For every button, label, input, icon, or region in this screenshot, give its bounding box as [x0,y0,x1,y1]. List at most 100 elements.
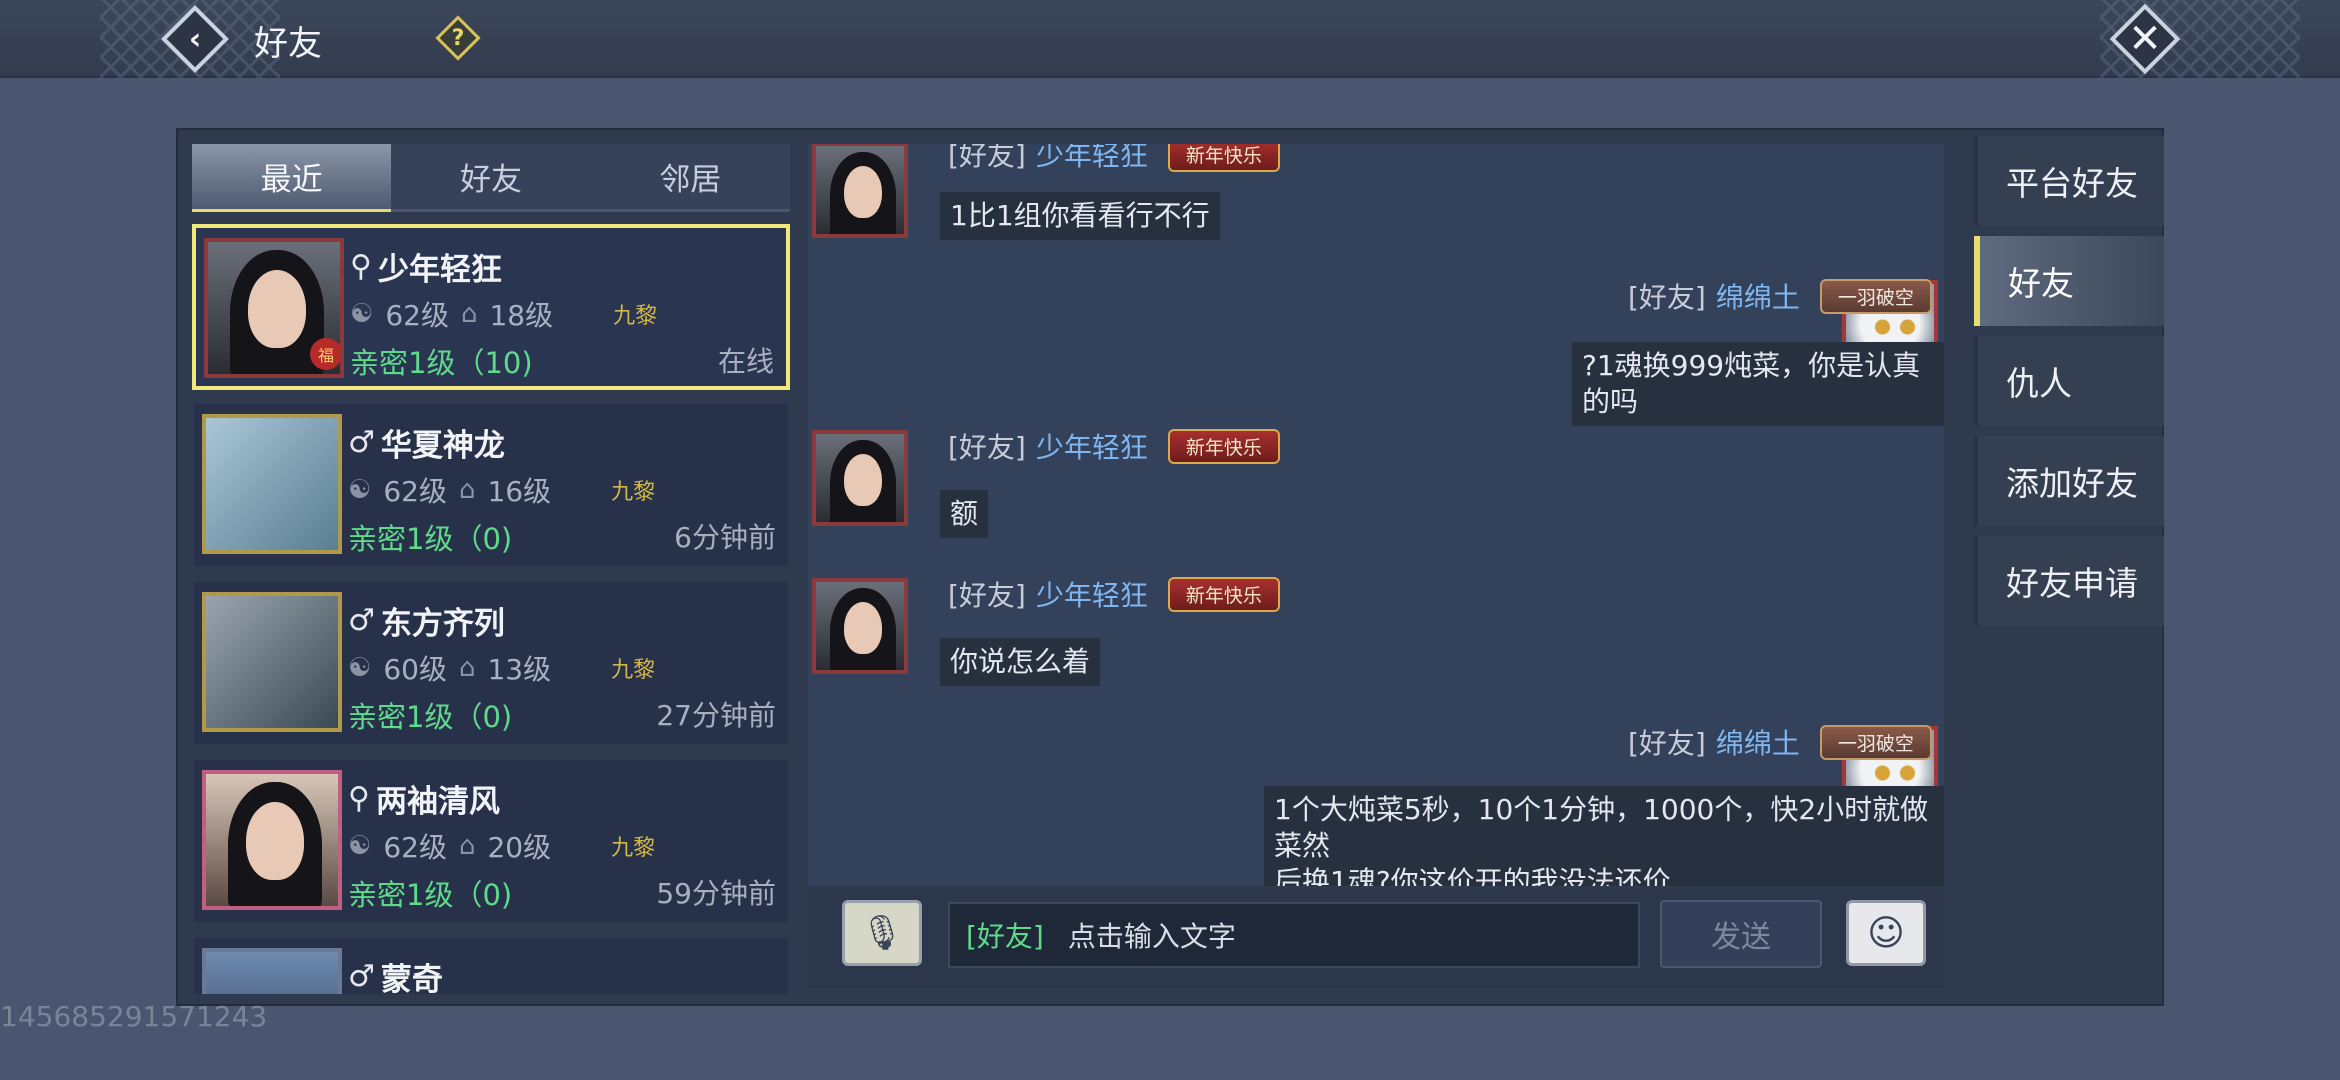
message-line: 1个大炖菜5秒，10个1分钟，1000个，快2小时就做菜然 [1274,793,1929,862]
message-sender[interactable]: 少年轻狂 [1036,426,1148,466]
side-item-add-friend[interactable]: 添加好友 [1974,436,2164,526]
friend-intimacy: 亲密1级（0) [348,522,513,556]
friend-house-level: 16级 [487,475,552,508]
side-item-friend-requests[interactable]: 好友申请 [1974,536,2164,626]
friend-house-level: 13级 [487,653,552,686]
house-icon: ⌂ [458,653,476,683]
top-bar: ‹ 好友 ? ✕ [0,0,2340,78]
friends-panel: 最近 好友 邻居 福 ⚲ 少年轻狂 ☯ 62级 ⌂ 18级 九黎 亲密1级（10… [176,128,2164,1006]
send-button[interactable]: 发送 [1660,900,1822,968]
title-badge: 新年快乐 [1167,144,1280,172]
friend-house-level: 20级 [487,831,552,864]
friend-name: 蒙奇 [380,962,443,994]
message-channel: [好友] [948,144,1026,172]
friend-name: 少年轻狂 [377,252,502,288]
message-bubble: 你说怎么着 [940,638,1101,686]
friend-name-row: ♂ 华夏神龙 [348,420,505,465]
gender-icon: ♂ [348,603,375,638]
friend-name: 东方齐列 [380,606,505,642]
message-sender[interactable]: 绵绵土 [1716,276,1800,316]
friend-list-column: 最近 好友 邻居 福 ⚲ 少年轻狂 ☯ 62级 ⌂ 18级 九黎 亲密1级（10… [192,144,792,994]
side-item-friends[interactable]: 好友 [1974,236,2164,326]
level-icon: ☯ [348,475,372,505]
emoji-icon: ☺ [1867,912,1905,954]
friend-level: 60级 [383,653,447,686]
house-icon: ⌂ [458,475,476,505]
message-avatar[interactable] [812,144,908,238]
message-header: [好友] 绵绵土 一羽破空 [1628,276,1932,316]
owl-eyes [1870,764,1920,782]
message-avatar[interactable] [812,578,908,674]
avatar: 福 [204,238,344,378]
chat-input[interactable]: [好友] 点击输入文字 [948,902,1640,968]
close-icon: ✕ [2128,16,2162,62]
message-bubble: 1比1组你看看行不行 [940,192,1220,240]
level-icon: ☯ [350,299,374,329]
friend-list[interactable]: 福 ⚲ 少年轻狂 ☯ 62级 ⌂ 18级 九黎 亲密1级（10) 在线 ♂ 华夏… [192,224,790,994]
message-avatar[interactable] [812,430,908,526]
tab-neighbors[interactable]: 邻居 [590,144,790,212]
gender-icon: ♂ [348,959,375,994]
chat-messages[interactable]: [好友] 少年轻狂 新年快乐 1比1组你看看行不行 [好友] 绵绵土 一羽破空 … [808,144,1944,886]
friend-server: 九黎 [611,480,656,505]
friend-tabs: 最近 好友 邻居 [192,144,790,212]
friend-intimacy: 亲密1级（10) [350,346,533,380]
avatar [202,592,342,732]
message-sender[interactable]: 少年轻狂 [1036,574,1148,614]
message-channel: [好友] [1628,281,1706,314]
friend-intimacy: 亲密1级（0) [348,878,513,912]
friend-intimacy: 亲密1级（0) [348,700,513,734]
level-icon: ☯ [348,653,372,683]
friend-level: 62级 [385,299,449,332]
avatar-face [246,802,304,880]
message-header: [好友] 少年轻狂 新年快乐 [948,426,1280,466]
friend-status: 27分钟前 [656,699,776,732]
friend-server: 九黎 [611,658,656,683]
friend-status: 59分钟前 [656,877,776,910]
friend-name-row: ⚲ 少年轻狂 [350,244,502,289]
friend-stats: ☯ 62级 ⌂ 20级 九黎 [348,826,655,866]
avatar [202,414,342,554]
avatar [202,770,342,910]
voice-button[interactable]: 🎙 [842,900,922,966]
tab-recent[interactable]: 最近 [192,144,392,212]
chat-input-bar: 🎙 [好友] 点击输入文字 发送 ☺ [808,888,1944,988]
title-badge: 新年快乐 [1167,428,1280,464]
close-button[interactable]: ✕ [2109,3,2181,75]
message-header: [好友] 绵绵土 一羽破空 [1628,722,1932,762]
friend-server: 九黎 [611,836,656,861]
friend-item[interactable]: ⚲ 两袖清风 ☯ 62级 ⌂ 20级 九黎 亲密1级（0) 59分钟前 [192,758,790,924]
title-badge: 新年快乐 [1167,576,1280,612]
avatar [202,948,342,994]
message-channel: [好友] [948,579,1026,612]
message-bubble: ?1魂换999炖菜，你是认真的吗 [1572,342,1944,426]
fortune-seal-icon: 福 [310,338,340,370]
friend-name: 华夏神龙 [380,428,505,464]
message-header: [好友] 少年轻狂 新年快乐 [948,574,1280,614]
title-badge: 一羽破空 [1819,278,1932,314]
tab-friends[interactable]: 好友 [391,144,591,212]
friend-item[interactable]: ♂ 华夏神龙 ☯ 62级 ⌂ 16级 九黎 亲密1级（0) 6分钟前 [192,402,790,568]
message-bubble: 1个大炖菜5秒，10个1分钟，1000个，快2小时就做菜然 后换1魂?你这价开的… [1264,786,1944,886]
gender-icon: ⚲ [348,781,370,816]
message-sender[interactable]: 绵绵土 [1716,722,1800,762]
emoji-button[interactable]: ☺ [1846,900,1926,966]
friend-item[interactable]: ♂ 东方齐列 ☯ 60级 ⌂ 13级 九黎 亲密1级（0) 27分钟前 [192,580,790,746]
message-sender[interactable]: 少年轻狂 [1036,144,1148,174]
help-button[interactable]: ? [435,15,481,61]
message-channel: [好友] [948,431,1026,464]
message-header: [好友] 少年轻狂 新年快乐 [948,144,1280,174]
side-item-platform-friends[interactable]: 平台好友 [1974,136,2164,226]
friend-level: 62级 [383,831,447,864]
friend-status: 6分钟前 [674,521,776,554]
back-button[interactable]: ‹ [160,4,230,74]
friend-stats: ☯ 62级 ⌂ 16级 九黎 [348,470,655,510]
friend-name-row: ♂ 东方齐列 [348,598,505,643]
friend-stats: ☯ 62级 ⌂ 18级 九黎 [350,294,657,334]
side-item-enemies[interactable]: 仇人 [1974,336,2164,426]
house-icon: ⌂ [458,831,476,861]
friend-item[interactable]: ♂ 蒙奇 [192,936,790,994]
message-channel: [好友] [1628,727,1706,760]
title-badge: 一羽破空 [1819,724,1932,760]
friend-item[interactable]: 福 ⚲ 少年轻狂 ☯ 62级 ⌂ 18级 九黎 亲密1级（10) 在线 [192,224,790,390]
